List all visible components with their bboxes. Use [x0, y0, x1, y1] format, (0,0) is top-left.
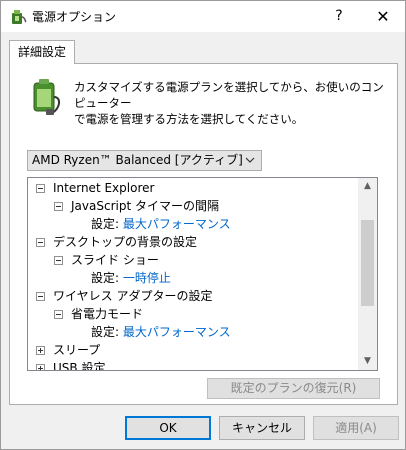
battery-plug-icon — [33, 79, 60, 115]
window-title: 電源オプション — [32, 10, 117, 24]
expand-icon[interactable] — [36, 364, 45, 370]
vertical-scrollbar[interactable]: ▲ ▼ — [358, 178, 377, 370]
power-plan-dropdown[interactable]: AMD Ryzen™ Balanced [アクティブ] — [27, 150, 262, 171]
tree-setting-slideshow[interactable]: 設定: 一時停止 — [91, 269, 171, 287]
power-options-dialog: 電源オプション ? ✕ 詳細設定 カスタマイズする電源プランを選択してから、お使… — [0, 0, 406, 450]
description-line-2: で電源を管理する方法を選択してください。 — [74, 112, 304, 126]
scroll-up-arrow-icon[interactable]: ▲ — [358, 178, 377, 195]
collapse-icon[interactable] — [54, 256, 63, 265]
collapse-icon[interactable] — [36, 238, 45, 247]
setting-value[interactable]: 最大パフォーマンス — [123, 325, 231, 339]
power-plug-icon — [12, 10, 27, 24]
tree-item-label: ワイヤレス アダプターの設定 — [53, 289, 213, 303]
tree-setting-javascript-timer[interactable]: 設定: 最大パフォーマンス — [91, 215, 231, 233]
scrollbar-thumb[interactable] — [361, 220, 374, 306]
scroll-down-arrow-icon[interactable]: ▼ — [358, 353, 377, 370]
tab-advanced-settings[interactable]: 詳細設定 — [9, 40, 75, 64]
setting-label: 設定: — [91, 325, 120, 339]
collapse-icon[interactable] — [36, 292, 45, 301]
tree-item-label: 省電力モード — [71, 307, 144, 321]
collapse-icon[interactable] — [54, 310, 63, 319]
tree-setting-power-saving-mode[interactable]: 設定: 最大パフォーマンス — [91, 323, 231, 341]
description-text: カスタマイズする電源プランを選択してから、お使いのコンピューター で電源を管理す… — [74, 79, 389, 127]
collapse-icon[interactable] — [36, 184, 45, 193]
help-button[interactable]: ? — [319, 1, 359, 32]
ok-button[interactable]: OK — [125, 416, 211, 440]
tree-item-label: Internet Explorer — [53, 181, 155, 195]
power-plan-selected-value: AMD Ryzen™ Balanced [アクティブ] — [32, 153, 243, 167]
power-settings-tree[interactable]: Internet Explorer JavaScript タイマーの間隔 設定:… — [27, 177, 378, 371]
tree-item-label: デスクトップの背景の設定 — [53, 235, 198, 249]
setting-label: 設定: — [91, 271, 120, 285]
collapse-icon[interactable] — [54, 202, 63, 211]
cancel-button[interactable]: キャンセル — [219, 416, 305, 440]
tree-item-label: スライド ショー — [71, 253, 159, 267]
tree-item-label: スリープ — [53, 343, 101, 357]
close-button[interactable]: ✕ — [363, 1, 403, 32]
setting-label: 設定: — [91, 217, 120, 231]
chevron-down-icon — [245, 157, 255, 163]
tree-item-label: JavaScript タイマーの間隔 — [71, 199, 219, 213]
title-bar: 電源オプション ? ✕ — [1, 1, 405, 32]
apply-button[interactable]: 適用(A) — [313, 416, 399, 440]
setting-value[interactable]: 一時停止 — [123, 271, 171, 285]
expand-icon[interactable] — [36, 346, 45, 355]
restore-default-plan-button[interactable]: 既定のプランの復元(R) — [207, 378, 380, 399]
description-line-1: カスタマイズする電源プランを選択してから、お使いのコンピューター — [74, 80, 384, 110]
setting-value[interactable]: 最大パフォーマンス — [123, 217, 231, 231]
tree-item-label: USB 設定 — [53, 361, 106, 371]
